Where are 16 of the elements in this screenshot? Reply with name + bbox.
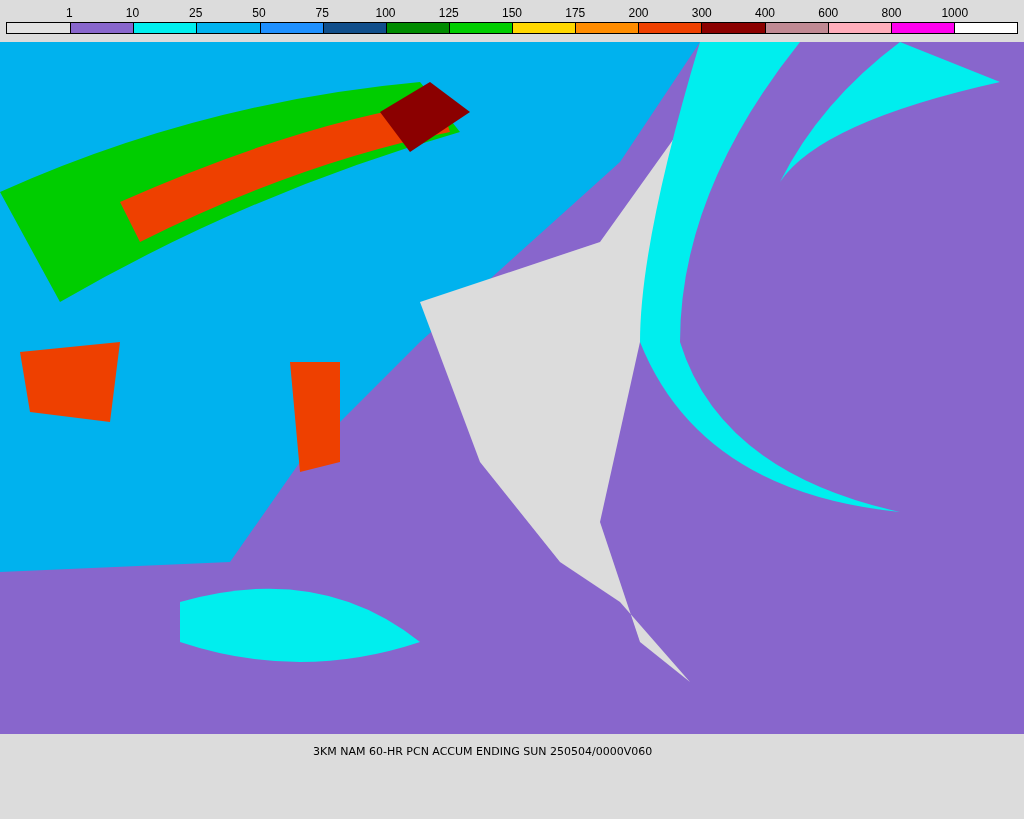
- scale-label: 800: [881, 6, 902, 22]
- scale-label: 50: [252, 6, 266, 22]
- scale-label: 600: [818, 6, 839, 22]
- map-caption: 3KM NAM 60-HR PCN ACCUM ENDING SUN 250504/0000V060: [313, 745, 653, 758]
- scale-label: 75: [315, 6, 329, 22]
- scale-label: 25: [189, 6, 203, 22]
- scale-label: 100: [375, 6, 396, 22]
- scale-label: 200: [628, 6, 649, 22]
- scale-label: 175: [565, 6, 586, 22]
- scale-label: 150: [502, 6, 522, 22]
- scale-label: 1: [65, 6, 73, 22]
- scale-label: 300: [691, 6, 712, 22]
- scale-label: 400: [755, 6, 775, 22]
- scale-label: 125: [438, 6, 459, 22]
- scale-label: 10: [125, 6, 140, 22]
- scale-label: 1000: [941, 6, 969, 22]
